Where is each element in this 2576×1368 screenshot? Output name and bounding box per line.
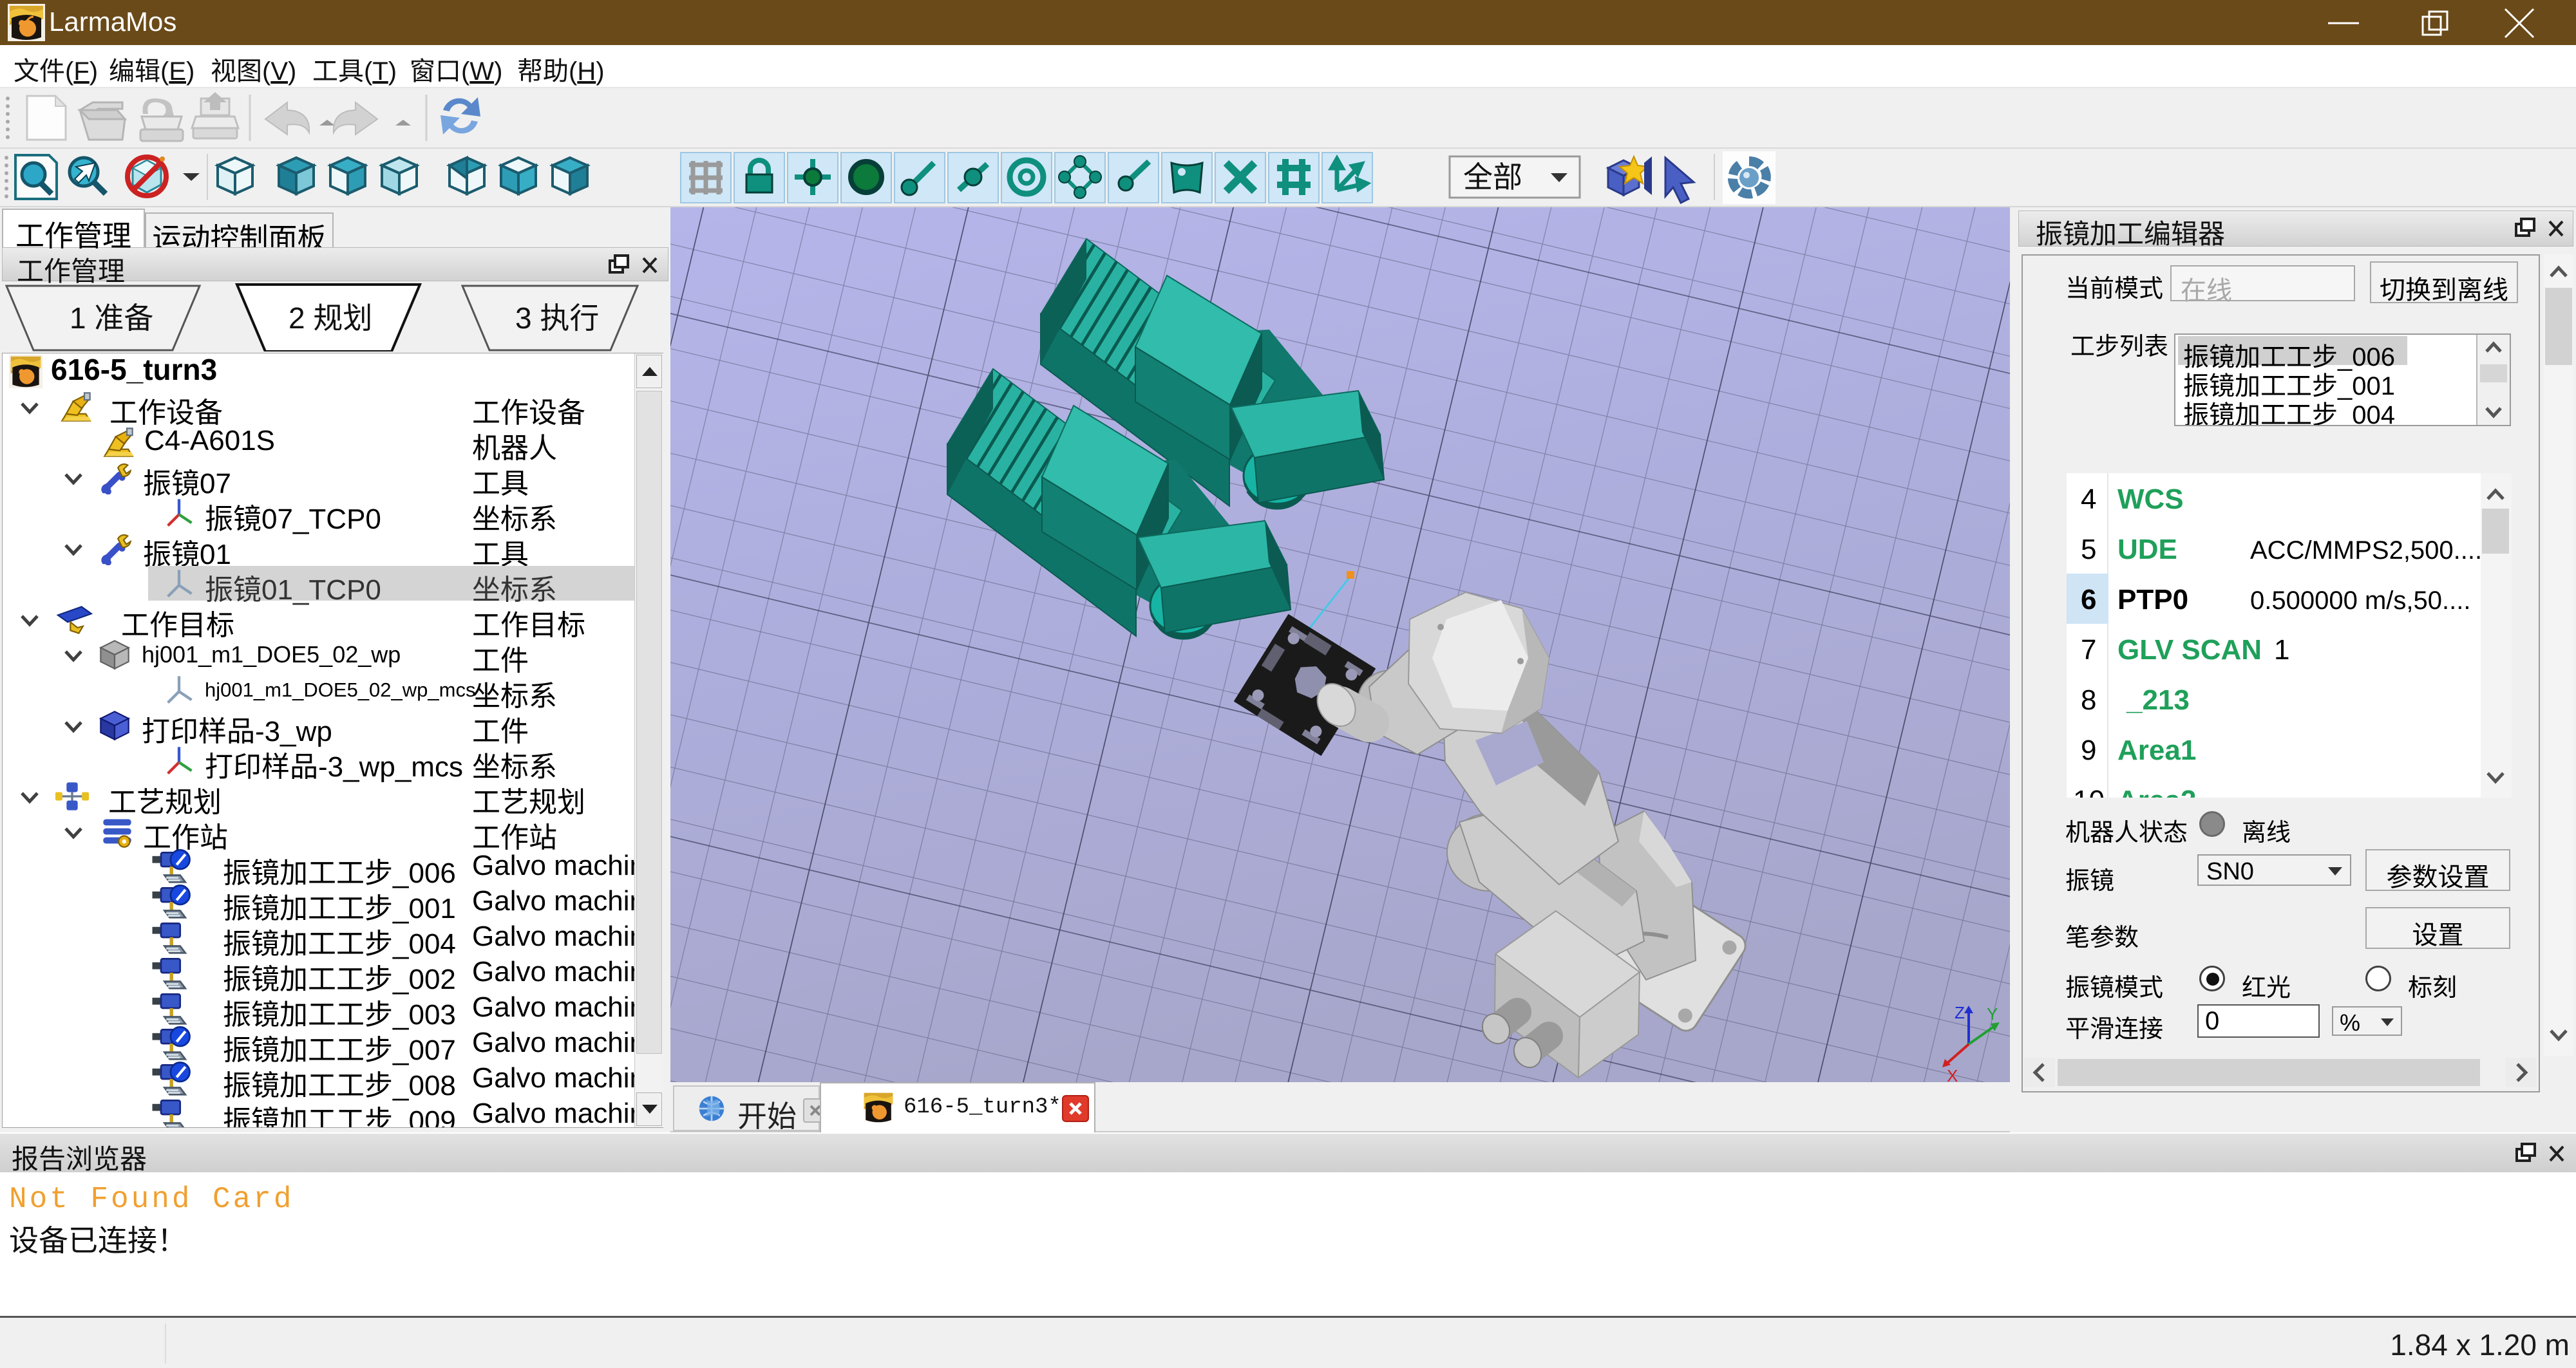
svg-text:2 规划: 2 规划 [289, 301, 372, 335]
svg-text:Z: Z [1955, 1003, 1965, 1022]
svg-text:3 执行: 3 执行 [515, 301, 599, 335]
svg-text:X: X [1947, 1066, 1958, 1082]
svg-text:Y: Y [1987, 1004, 1998, 1024]
svg-text:1 准备: 1 准备 [70, 301, 153, 335]
svg-text:全部: 全部 [1463, 160, 1522, 194]
